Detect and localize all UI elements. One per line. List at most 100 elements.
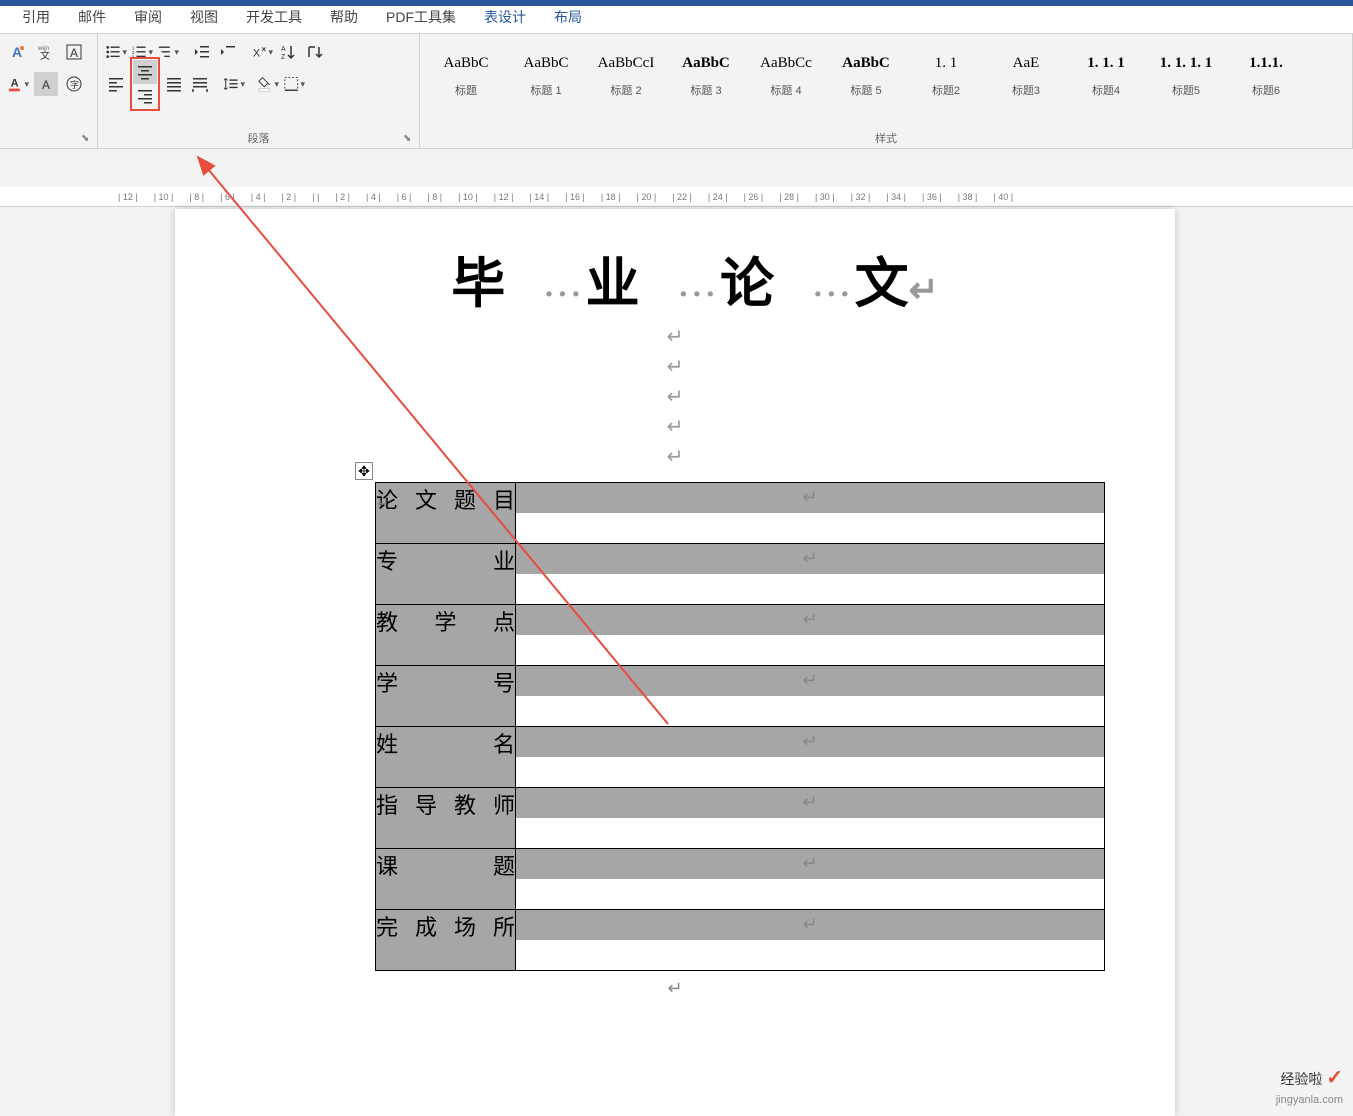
dropdown-arrow-icon: ▾ [24, 79, 29, 90]
row-label[interactable]: 学 号↵ [376, 666, 516, 727]
character-border-button[interactable]: A [62, 40, 86, 64]
row-label[interactable]: 专 业↵ [376, 544, 516, 605]
show-marks-button[interactable] [302, 40, 326, 64]
style-preview: AaBbCcI [588, 46, 664, 80]
align-distributed-button[interactable] [188, 72, 212, 96]
svg-text:字: 字 [70, 79, 79, 90]
style-preview: AaBbC [668, 46, 744, 80]
dropdown-arrow-icon: ▾ [274, 79, 279, 90]
font-color-button[interactable]: A ▾ [6, 72, 30, 96]
info-table[interactable]: 论文题目↵ ↵ 专 业↵ ↵ 教 学 点↵ ↵ 学 号↵ ↵ 姓 名↵ ↵ 指导… [375, 482, 1105, 971]
dropdown-arrow-icon: ▾ [122, 47, 127, 58]
svg-text:X: X [253, 48, 261, 60]
row-value[interactable]: ↵ [516, 483, 1105, 544]
style-item-7[interactable]: AaE 标题3 [986, 42, 1066, 102]
style-item-4[interactable]: AaBbCc 标题 4 [746, 42, 826, 102]
row-value[interactable]: ↵ [516, 544, 1105, 605]
row-label[interactable]: 论文题目↵ [376, 483, 516, 544]
bullets-button[interactable]: ▾ [104, 40, 128, 64]
highlight-color-button[interactable]: A [34, 72, 58, 96]
style-preview: 1.1.1. [1228, 46, 1304, 80]
style-name: 标题3 [988, 82, 1064, 98]
svg-text:A: A [70, 46, 78, 60]
style-item-0[interactable]: AaBbC标题 [426, 42, 506, 102]
table-move-handle[interactable]: ✥ [355, 462, 373, 480]
style-item-1[interactable]: AaBbC 标题 1 [506, 42, 586, 102]
style-name: 标题 1 [508, 82, 584, 98]
row-label[interactable]: 课 题↵ [376, 849, 516, 910]
style-name: 标题4 [1068, 82, 1144, 98]
table-row[interactable]: 论文题目↵ ↵ [376, 483, 1105, 544]
dropdown-arrow-icon: ▾ [148, 47, 153, 58]
style-item-8[interactable]: 1. 1. 1 标题4 [1066, 42, 1146, 102]
style-item-2[interactable]: AaBbCcI标题 2 [586, 42, 666, 102]
style-name: 标题 3 [668, 82, 744, 98]
styles-group: AaBbC标题AaBbC标题 1AaBbCcI标题 2AaBbC标题 3AaBb… [420, 34, 1353, 148]
style-preview: AaBbCc [748, 46, 824, 80]
empty-paragraphs[interactable]: ↵ ↵ ↵ ↵ ↵ [175, 322, 1175, 472]
row-value[interactable]: ↵ [516, 727, 1105, 788]
align-center-button[interactable] [133, 60, 157, 84]
row-label[interactable]: 教 学 点↵ [376, 605, 516, 666]
table-row[interactable]: 专 业↵ ↵ [376, 544, 1105, 605]
style-preview: 1. 1 [908, 46, 984, 80]
style-item-5[interactable]: AaBbC 标题 5 [826, 42, 906, 102]
paragraph-dialog-launcher[interactable]: ⬊ [403, 133, 415, 145]
style-name: 标题2 [908, 82, 984, 98]
align-right-button[interactable] [133, 84, 157, 108]
phonetic-guide-button[interactable]: wén文 [34, 40, 58, 64]
table-row[interactable]: 姓 名↵ ↵ [376, 727, 1105, 788]
borders-button[interactable]: ▾ [282, 72, 306, 96]
style-preview: 1. 1. 1 [1068, 46, 1144, 80]
paragraph-group-label: 段落 [98, 130, 419, 146]
style-preview: AaE [988, 46, 1064, 80]
row-label[interactable]: 完成场所↵ [376, 910, 516, 971]
row-label[interactable]: 姓 名↵ [376, 727, 516, 788]
style-item-6[interactable]: 1. 1 标题2 [906, 42, 986, 102]
dropdown-arrow-icon: ▾ [300, 79, 305, 90]
align-justify-button[interactable] [162, 72, 186, 96]
table-row[interactable]: 课 题↵ ↵ [376, 849, 1105, 910]
ribbon: A wén文 A A ▾ A 字 [0, 34, 1353, 149]
style-preview: AaBbC [428, 46, 504, 80]
check-icon: ✓ [1326, 1067, 1343, 1089]
text-effects-button[interactable]: A [6, 40, 30, 64]
table-row[interactable]: 教 学 点↵ ↵ [376, 605, 1105, 666]
row-value[interactable]: ↵ [516, 666, 1105, 727]
enclose-characters-button[interactable]: 字 [62, 72, 86, 96]
table-row[interactable]: 完成场所↵ ↵ [376, 910, 1105, 971]
document-title[interactable]: 毕···业···论···文↵ [175, 239, 1175, 318]
style-item-3[interactable]: AaBbC 标题 3 [666, 42, 746, 102]
style-preview: AaBbC [828, 46, 904, 80]
style-name: 标题 4 [748, 82, 824, 98]
asian-layout-button[interactable]: X ▾ [250, 40, 274, 64]
shading-button[interactable]: ▾ [256, 72, 280, 96]
style-name: 标题6 [1228, 82, 1304, 98]
decrease-indent-button[interactable] [190, 40, 214, 64]
paragraph-group: ▾ 123 ▾ ▾ X [98, 34, 420, 148]
font-dialog-launcher[interactable]: ⬊ [81, 133, 93, 145]
style-name: 标题 5 [828, 82, 904, 98]
row-value[interactable]: ↵ [516, 849, 1105, 910]
dropdown-arrow-icon: ▾ [240, 79, 245, 90]
highlighted-alignment-box [130, 57, 160, 111]
style-item-10[interactable]: 1.1.1. 标题6 [1226, 42, 1306, 102]
align-left-button[interactable] [104, 72, 128, 96]
editor-area: | 12 || 10 || 8 || 6 || 4 || 2 || || 2 |… [0, 149, 1353, 1116]
font-group: A wén文 A A ▾ A 字 [0, 34, 98, 148]
line-spacing-button[interactable]: ▾ [222, 72, 246, 96]
style-preview: AaBbC [508, 46, 584, 80]
row-label[interactable]: 指导教师↵ [376, 788, 516, 849]
table-row[interactable]: 指导教师↵ ↵ [376, 788, 1105, 849]
increase-indent-button[interactable] [216, 40, 240, 64]
svg-text:A: A [12, 44, 22, 60]
row-value[interactable]: ↵ [516, 605, 1105, 666]
row-value[interactable]: ↵ [516, 788, 1105, 849]
sort-button[interactable]: AZ [276, 40, 300, 64]
table-row[interactable]: 学 号↵ ↵ [376, 666, 1105, 727]
horizontal-ruler[interactable]: | 12 || 10 || 8 || 6 || 4 || 2 || || 2 |… [0, 187, 1353, 207]
styles-group-label: 样式 [420, 130, 1352, 146]
style-item-9[interactable]: 1. 1. 1. 1标题5 [1146, 42, 1226, 102]
document-page[interactable]: 毕···业···论···文↵ ↵ ↵ ↵ ↵ ↵ ✥ 论文题目↵ ↵ 专 业↵ … [175, 209, 1175, 1116]
row-value[interactable]: ↵ [516, 910, 1105, 971]
